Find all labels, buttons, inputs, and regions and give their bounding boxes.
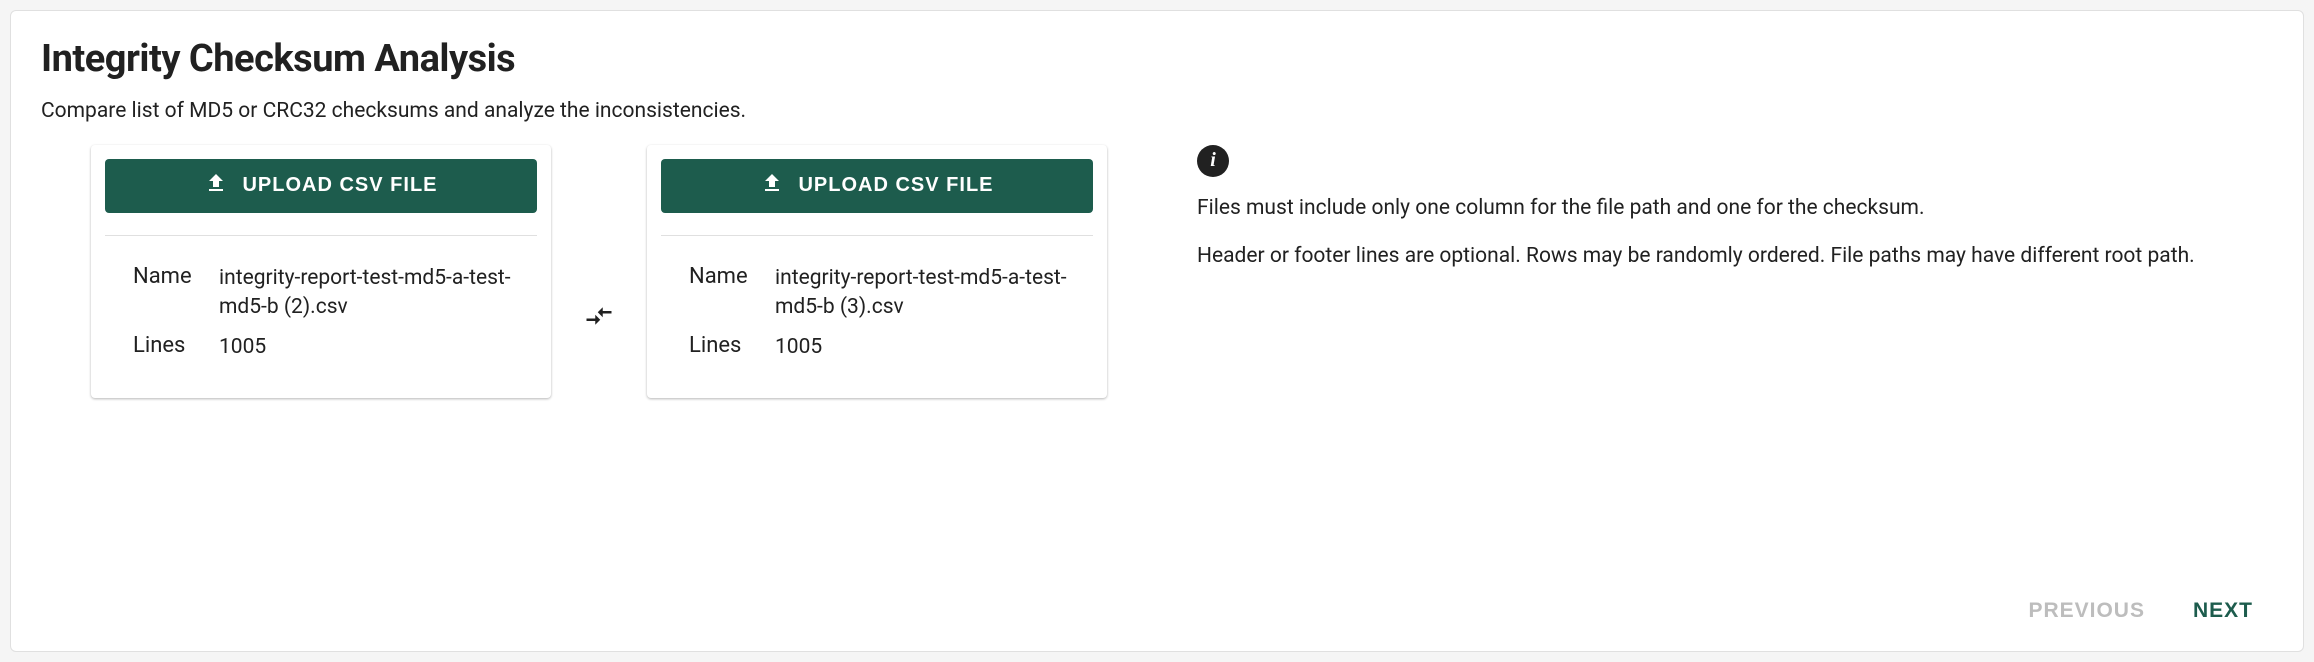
page-title: Integrity Checksum Analysis [41,39,2273,81]
upload-icon [760,171,784,201]
info-panel: i Files must include only one column for… [1107,145,2273,290]
wizard-nav: PREVIOUS NEXT [41,591,2273,635]
info-text-2: Header or footer lines are optional. Row… [1197,241,2263,271]
info-text-1: Files must include only one column for t… [1197,193,2263,223]
main-card: Integrity Checksum Analysis Compare list… [10,10,2304,652]
file-name-row-right: Name integrity-report-test-md5-a-test-md… [661,264,1093,323]
name-label: Name [689,264,775,289]
file-name-value-right: integrity-report-test-md5-a-test-md5-b (… [775,264,1073,323]
upload-card-right: UPLOAD CSV FILE Name integrity-report-te… [647,145,1107,398]
file-name-row-left: Name integrity-report-test-md5-a-test-md… [105,264,537,323]
lines-label: Lines [133,333,219,358]
previous-button: PREVIOUS [2024,591,2149,631]
lines-label: Lines [689,333,775,358]
info-icon: i [1197,145,1229,177]
upload-csv-button-left[interactable]: UPLOAD CSV FILE [105,159,537,213]
upload-csv-button-label: UPLOAD CSV FILE [798,174,993,197]
divider [105,235,537,236]
page-subtitle: Compare list of MD5 or CRC32 checksums a… [41,99,2273,123]
file-lines-value-right: 1005 [775,333,1073,362]
file-lines-row-left: Lines 1005 [105,333,537,362]
upload-csv-button-right[interactable]: UPLOAD CSV FILE [661,159,1093,213]
swap-files-button[interactable] [578,295,620,340]
next-button[interactable]: NEXT [2189,591,2257,631]
file-lines-row-right: Lines 1005 [661,333,1093,362]
file-lines-value-left: 1005 [219,333,517,362]
upload-icon [204,171,228,201]
upload-csv-button-label: UPLOAD CSV FILE [242,174,437,197]
content-row: UPLOAD CSV FILE Name integrity-report-te… [41,145,2273,398]
name-label: Name [133,264,219,289]
divider [661,235,1093,236]
file-name-value-left: integrity-report-test-md5-a-test-md5-b (… [219,264,517,323]
upload-card-left: UPLOAD CSV FILE Name integrity-report-te… [91,145,551,398]
compare-arrows-icon [584,319,614,334]
